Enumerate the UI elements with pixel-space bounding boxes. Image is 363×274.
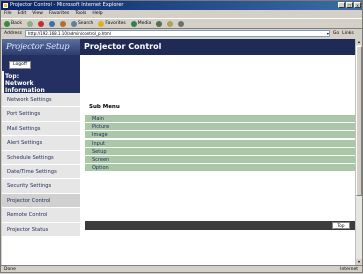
window-title: Projector Control - Microsoft Internet E… (10, 2, 124, 8)
refresh-icon (48, 20, 55, 27)
media-icon (130, 20, 137, 27)
forward-button[interactable] (26, 20, 33, 27)
submenu-title: Sub Menu (89, 104, 120, 110)
sidebar-item-date-time-settings[interactable]: Date/Time Settings (2, 164, 80, 180)
address-input[interactable]: http://192.168.1.10/admin/control_p.html… (24, 30, 330, 37)
submenu-item-setup[interactable]: Setup (85, 147, 355, 156)
browser-window: Projector Control - Microsoft Internet E… (0, 0, 363, 273)
menu-file[interactable]: File (4, 10, 12, 18)
mail-button[interactable] (167, 20, 174, 27)
stop-icon (37, 20, 44, 27)
back-arrow-icon (4, 20, 10, 27)
submenu-item-option[interactable]: Option (85, 164, 355, 173)
search-button[interactable]: Search (70, 18, 94, 29)
sidebar-item-port-settings[interactable]: Port Settings (2, 107, 80, 122)
top-button[interactable]: Top (332, 222, 350, 229)
address-bar: Address http://192.168.1.10/admin/contro… (1, 29, 362, 38)
sidebar-item-security-settings[interactable]: Security Settings (2, 179, 80, 194)
forward-arrow-icon (26, 20, 33, 27)
menu-help[interactable]: Help (92, 10, 102, 18)
menu-favorites[interactable]: Favorites (49, 10, 69, 18)
favorites-button[interactable]: Favorites (98, 18, 126, 29)
home-button[interactable] (59, 20, 66, 27)
media-label: Media (137, 21, 152, 26)
menu-tools[interactable]: Tools (75, 10, 86, 18)
submenu-item-input[interactable]: Input (85, 139, 355, 148)
window-controls: _ □ x (338, 2, 361, 8)
back-button[interactable]: Back (4, 18, 22, 29)
print-button[interactable] (178, 20, 185, 27)
section-head-label: Top: Network Information (5, 73, 45, 94)
sidebar-item-schedule-settings[interactable]: Schedule Settings (2, 150, 80, 165)
page-title: Projector Control (80, 39, 355, 55)
home-icon (59, 20, 66, 27)
sidebar-item-remote-control[interactable]: Remote Control (2, 208, 80, 223)
sidebar-item-alert-settings[interactable]: Alert Settings (2, 136, 80, 151)
menu-edit[interactable]: Edit (18, 10, 27, 18)
star-icon (98, 20, 105, 27)
mail-icon (167, 20, 174, 27)
status-text: Done (4, 267, 16, 272)
scrollbar-thumb[interactable] (356, 46, 362, 196)
submenu-item-screen[interactable]: Screen (85, 155, 355, 164)
projector-setup-logo: Projector Setup (2, 39, 80, 55)
dropdown-arrow-icon[interactable]: ▾ (327, 31, 329, 36)
section-marker (2, 71, 4, 93)
back-label: Back (11, 21, 22, 26)
stop-button[interactable] (37, 20, 44, 27)
logoff-button[interactable]: Logoff (9, 61, 31, 69)
submenu-list: Main Picture Image Input Setup Screen Op… (85, 115, 355, 173)
toolbar: Back Search Favorites Media (1, 18, 362, 29)
search-label: Search (77, 21, 94, 26)
sidebar-nav: Network Settings Port Settings Mail Sett… (2, 93, 80, 237)
minimize-button[interactable]: _ (338, 2, 345, 8)
sidebar-item-projector-control[interactable]: Projector Control (2, 193, 80, 209)
status-zone: Internet (340, 267, 358, 272)
address-label: Address (4, 31, 22, 36)
refresh-button[interactable] (48, 20, 55, 27)
bottom-bar: Top (85, 221, 355, 230)
sidebar-item-projector-status[interactable]: Projector Status (2, 222, 80, 237)
vertical-scrollbar[interactable]: ▴ ▾ (355, 39, 362, 265)
submenu-item-image[interactable]: Image (85, 131, 355, 140)
history-icon (156, 20, 163, 27)
media-button[interactable]: Media (130, 18, 152, 29)
history-button[interactable] (156, 20, 163, 27)
sidebar-item-network-settings[interactable]: Network Settings (2, 93, 80, 108)
address-url: http://192.168.1.10/admin/control_p.html (27, 31, 111, 36)
menu-bar: File Edit View Favorites Tools Help (1, 10, 362, 18)
search-icon (70, 20, 77, 27)
sidebar-section-top-network-information[interactable]: Top: Network Information (2, 71, 80, 94)
scroll-up-arrow-icon[interactable]: ▴ (356, 39, 362, 45)
submenu-item-main[interactable]: Main (85, 115, 355, 123)
status-bar: Done Internet (1, 265, 362, 273)
submenu-item-picture[interactable]: Picture (85, 123, 355, 132)
menu-view[interactable]: View (32, 10, 43, 18)
ie-app-icon (3, 3, 8, 8)
main-panel: Sub Menu Main Picture Image Input Setup … (80, 55, 355, 265)
print-icon (178, 20, 185, 27)
title-bar: Projector Control - Microsoft Internet E… (1, 1, 362, 10)
go-button[interactable]: Go (333, 29, 339, 38)
favorites-label: Favorites (105, 21, 126, 26)
sidebar-item-mail-settings[interactable]: Mail Settings (2, 121, 80, 137)
links-button[interactable]: Links (342, 29, 354, 38)
close-button[interactable]: x (354, 2, 361, 8)
maximize-button[interactable]: □ (346, 2, 353, 8)
page-content: Projector Setup Projector Control Logoff… (2, 39, 355, 265)
